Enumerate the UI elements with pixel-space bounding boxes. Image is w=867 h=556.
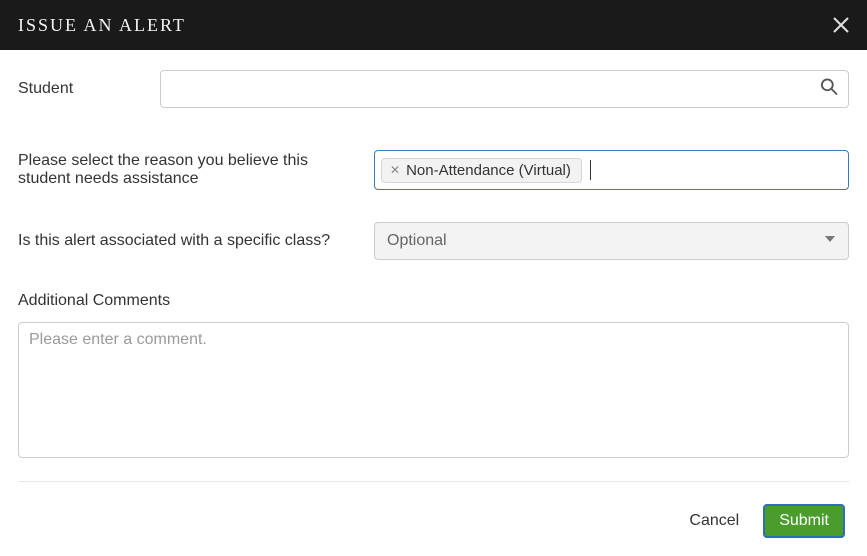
reason-tag-label: Non-Attendance (Virtual) — [406, 162, 571, 179]
comments-textarea[interactable] — [18, 322, 849, 458]
submit-button[interactable]: Submit — [763, 504, 845, 538]
issue-alert-modal: ISSUE AN ALERT Student — [0, 0, 867, 556]
text-caret — [590, 160, 591, 180]
class-select[interactable]: Optional — [374, 222, 849, 260]
close-icon[interactable] — [831, 15, 851, 35]
footer-divider — [18, 481, 849, 482]
modal-body: Student Please select the reason you bel… — [0, 50, 867, 556]
modal-footer: Cancel Submit — [18, 504, 849, 538]
modal-header: ISSUE AN ALERT — [0, 0, 867, 50]
reason-multiselect[interactable]: ✕ Non-Attendance (Virtual) — [374, 150, 849, 190]
reason-tag: ✕ Non-Attendance (Virtual) — [381, 158, 582, 183]
comments-row: Additional Comments — [18, 292, 849, 463]
student-search-wrap — [160, 70, 849, 108]
cancel-button[interactable]: Cancel — [689, 512, 739, 530]
remove-tag-icon[interactable]: ✕ — [390, 164, 400, 176]
student-label: Student — [18, 80, 160, 98]
class-label: Is this alert associated with a specific… — [18, 232, 374, 250]
reason-row: Please select the reason you believe thi… — [18, 150, 849, 190]
class-row: Is this alert associated with a specific… — [18, 222, 849, 260]
student-search-input[interactable] — [160, 70, 849, 108]
modal-title: ISSUE AN ALERT — [18, 15, 186, 36]
class-select-value: Optional — [387, 232, 447, 250]
student-row: Student — [18, 70, 849, 108]
chevron-down-icon — [824, 232, 836, 250]
comments-label: Additional Comments — [18, 292, 849, 310]
reason-label: Please select the reason you believe thi… — [18, 150, 374, 188]
